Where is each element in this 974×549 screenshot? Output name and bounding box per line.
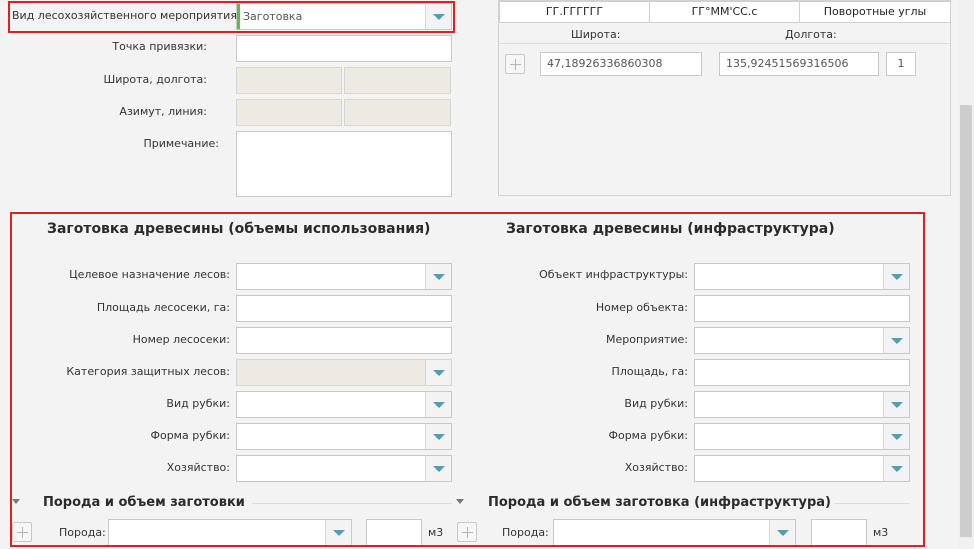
infra-object-number-label: Номер объекта: xyxy=(595,301,688,314)
chevron-down-icon xyxy=(425,360,451,385)
infra-area-label: Площадь, га: xyxy=(611,365,688,378)
collapse-arrow-icon[interactable] xyxy=(12,499,20,504)
activity-type-value: Заготовка xyxy=(243,10,303,23)
azimuth-label: Азимут, линия: xyxy=(119,105,207,118)
line-input xyxy=(344,99,451,126)
infra-farm-label: Хозяйство: xyxy=(624,461,688,474)
species-infra-unit: м3 xyxy=(873,526,889,539)
collapse-arrow-icon[interactable] xyxy=(456,499,464,504)
species-infra-title: Порода и объем заготовка (инфраструктура… xyxy=(488,495,831,510)
usage-area-input[interactable] xyxy=(236,295,452,322)
point-lon-input[interactable]: 135,92451569316506 xyxy=(719,52,879,76)
infra-area-input[interactable] xyxy=(694,359,910,386)
chevron-down-icon[interactable] xyxy=(769,520,795,545)
chevron-down-icon[interactable] xyxy=(425,264,451,289)
species-usage-unit: м3 xyxy=(428,526,444,539)
usage-felling-type-combo[interactable] xyxy=(236,391,452,418)
point-lat-input[interactable]: 47,18926336860308 xyxy=(540,52,702,76)
chevron-down-icon[interactable] xyxy=(425,424,451,449)
divider xyxy=(252,503,452,504)
chevron-down-icon[interactable] xyxy=(325,520,351,545)
usage-plot-number-label: Номер лесосеки: xyxy=(132,333,230,346)
chevron-down-icon[interactable] xyxy=(425,456,451,481)
add-species-icon[interactable] xyxy=(457,522,477,542)
chevron-down-icon[interactable] xyxy=(883,328,909,353)
form-panel: Вид лесохозяйственного мероприятия: Заго… xyxy=(0,0,958,549)
latitude-input xyxy=(236,67,342,94)
activity-type-combo[interactable]: Заготовка xyxy=(236,3,452,30)
infra-felling-form-label: Форма рубки: xyxy=(608,429,689,442)
infra-felling-type-combo[interactable] xyxy=(694,391,910,418)
usage-protective-category-combo xyxy=(236,359,452,386)
tab-dms[interactable]: ГГ°ММ'СС.с xyxy=(649,1,800,23)
latlon-label: Широта, долгота: xyxy=(103,73,208,86)
infra-object-number-input[interactable] xyxy=(694,295,910,322)
species-usage-title: Порода и объем заготовки xyxy=(43,495,245,510)
chevron-down-icon[interactable] xyxy=(883,392,909,417)
usage-plot-number-input[interactable] xyxy=(236,327,452,354)
chevron-down-icon[interactable] xyxy=(425,4,451,29)
infra-felling-form-combo[interactable] xyxy=(694,423,910,450)
species-infra-label: Порода: xyxy=(502,526,549,539)
usage-felling-form-label: Форма рубки: xyxy=(150,429,231,442)
infra-activity-combo[interactable] xyxy=(694,327,910,354)
infra-farm-combo[interactable] xyxy=(694,455,910,482)
lon-header: Долгота: xyxy=(785,28,837,41)
divider xyxy=(834,503,910,504)
species-infra-volume-input[interactable] xyxy=(811,519,867,546)
tab-decimal-degrees[interactable]: ГГ.ГГГГГГ xyxy=(499,1,650,23)
infra-object-label: Объект инфраструктуры: xyxy=(539,268,688,281)
species-infra-combo[interactable] xyxy=(553,519,796,546)
note-textarea[interactable] xyxy=(236,131,452,197)
longitude-input xyxy=(344,67,451,94)
infra-section-title: Заготовка древесины (инфраструктура) xyxy=(506,221,835,237)
note-label: Примечание: xyxy=(143,137,219,150)
add-point-icon[interactable] xyxy=(505,54,525,74)
usage-felling-type-label: Вид рубки: xyxy=(166,397,230,410)
usage-farm-label: Хозяйство: xyxy=(166,461,230,474)
scrollbar-thumb[interactable] xyxy=(960,105,972,537)
coords-header: Широта: Долгота: xyxy=(499,23,950,44)
infra-activity-label: Мероприятие: xyxy=(606,333,688,346)
add-species-icon[interactable] xyxy=(12,522,32,542)
chevron-down-icon[interactable] xyxy=(883,424,909,449)
activity-type-label: Вид лесохозяйственного мероприятия: xyxy=(12,9,241,22)
tab-turning-angles[interactable]: Поворотные углы xyxy=(799,1,951,23)
anchor-point-input[interactable] xyxy=(236,35,452,62)
species-usage-volume-input[interactable] xyxy=(366,519,422,546)
anchor-point-label: Точка привязки: xyxy=(112,40,207,53)
chevron-down-icon[interactable] xyxy=(883,456,909,481)
coordinates-panel: ГГ.ГГГГГГ ГГ°ММ'СС.с Поворотные углы Шир… xyxy=(498,0,951,196)
point-number[interactable]: 1 xyxy=(886,52,916,76)
chevron-down-icon[interactable] xyxy=(883,264,909,289)
usage-section-title: Заготовка древесины (объемы использовани… xyxy=(47,221,431,237)
lat-header: Широта: xyxy=(571,28,621,41)
chevron-down-icon[interactable] xyxy=(425,392,451,417)
azimuth-input xyxy=(236,99,342,126)
usage-area-label: Площадь лесосеки, га: xyxy=(96,301,230,314)
usage-felling-form-combo[interactable] xyxy=(236,423,452,450)
infra-object-combo[interactable] xyxy=(694,263,910,290)
usage-purpose-combo[interactable] xyxy=(236,263,452,290)
focus-indicator xyxy=(237,4,240,29)
usage-farm-combo[interactable] xyxy=(236,455,452,482)
infra-felling-type-label: Вид рубки: xyxy=(624,397,688,410)
species-usage-combo[interactable] xyxy=(108,519,352,546)
usage-protective-category-label: Категория защитных лесов: xyxy=(66,365,230,378)
usage-purpose-label: Целевое назначение лесов: xyxy=(69,268,230,281)
species-usage-label: Порода: xyxy=(59,526,106,539)
